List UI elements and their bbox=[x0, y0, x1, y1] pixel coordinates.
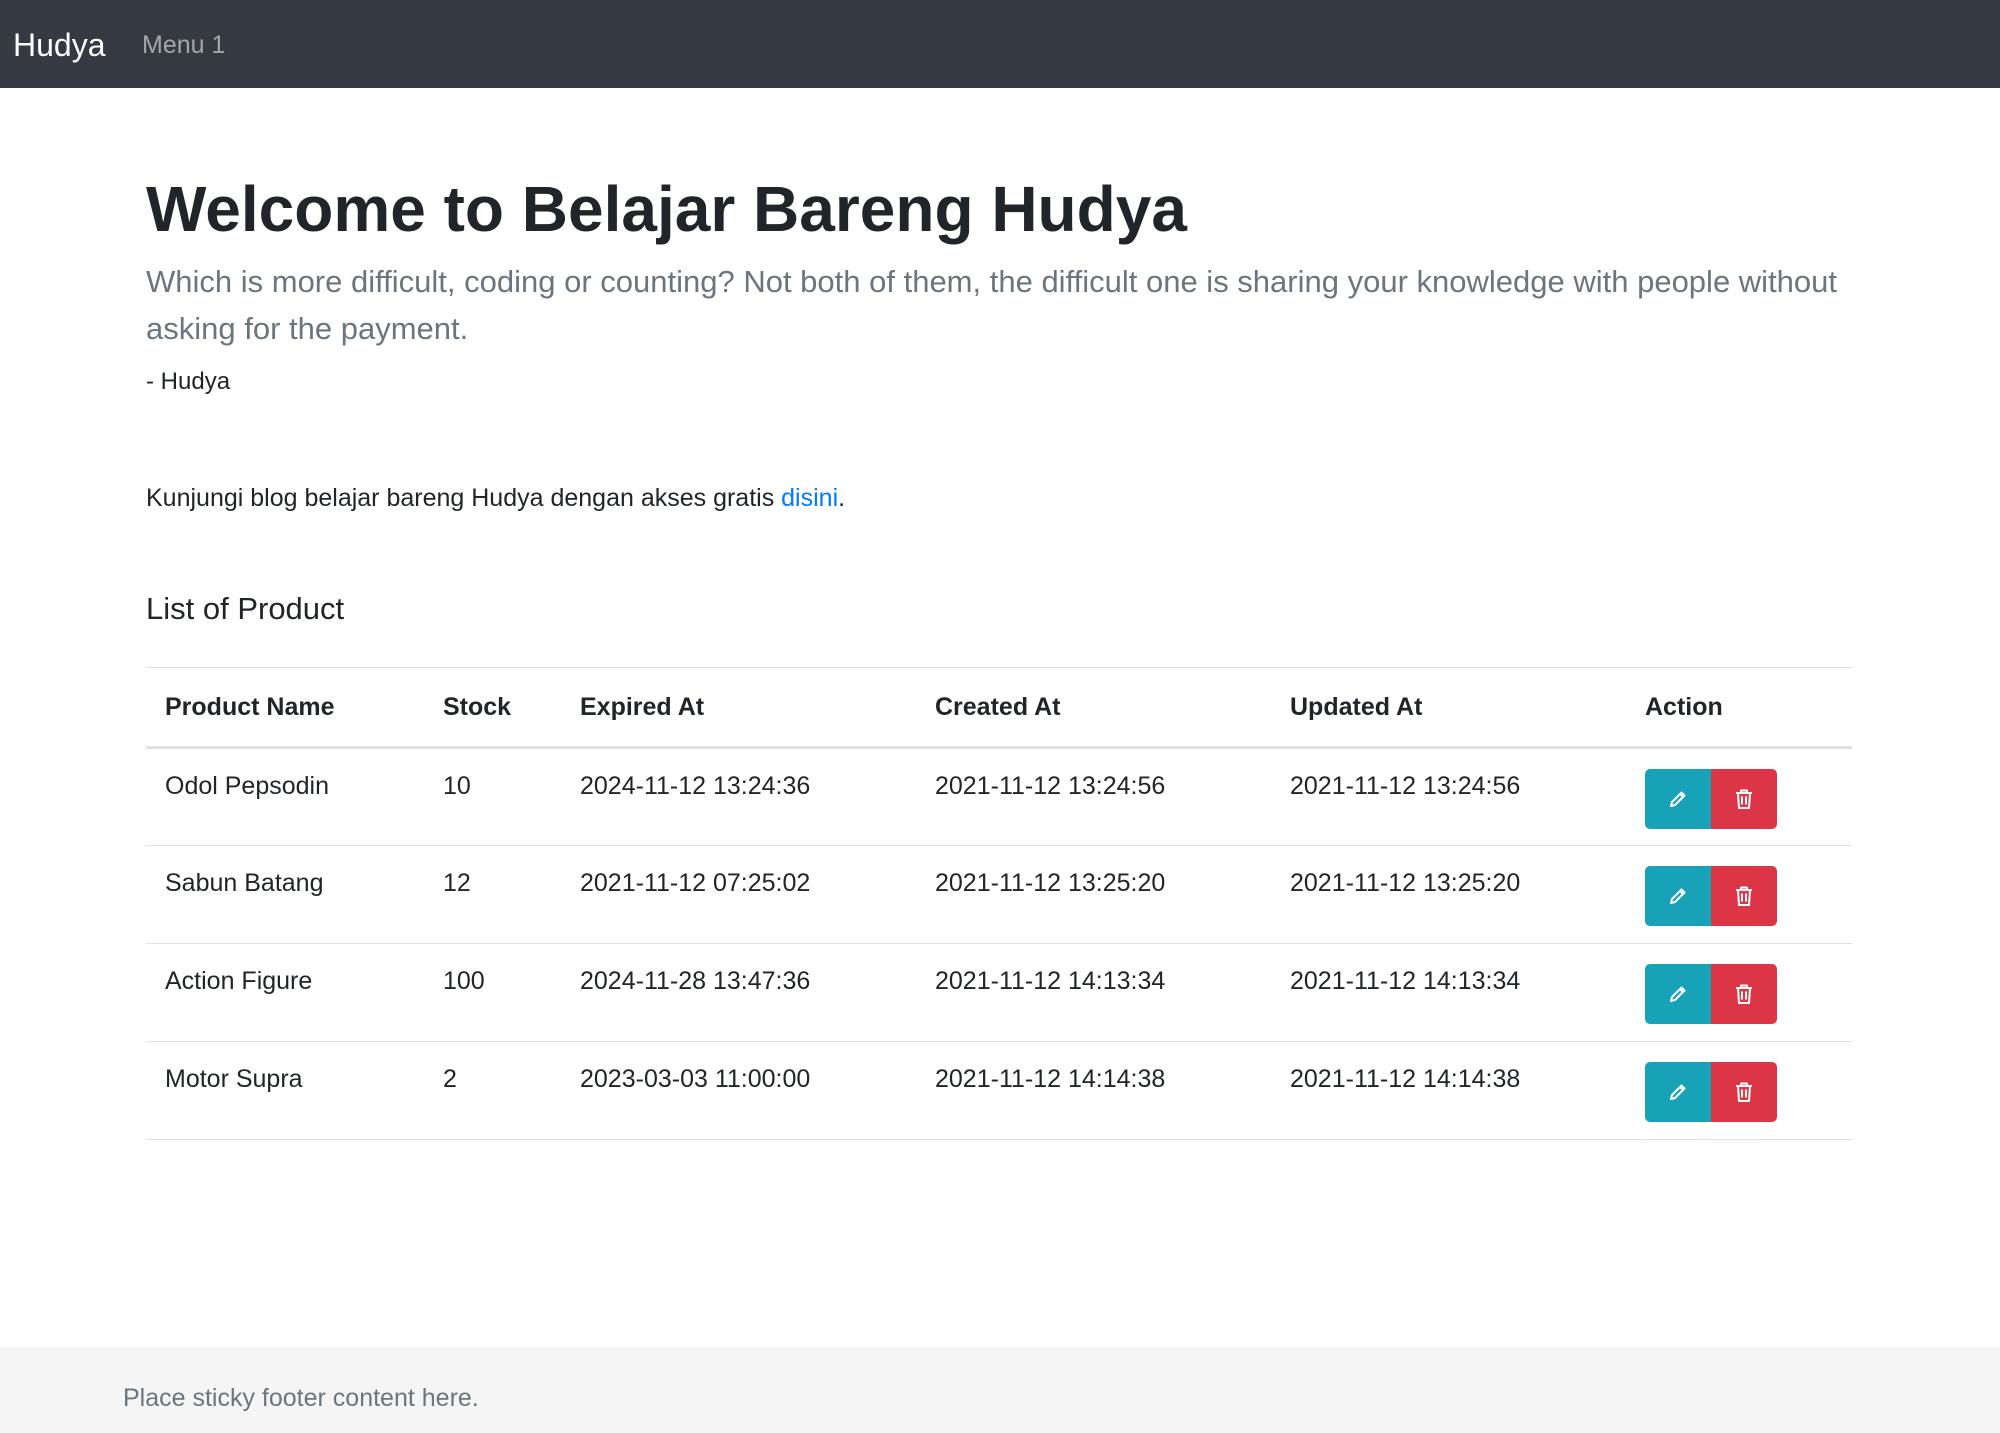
table-row: Sabun Batang 12 2021-11-12 07:25:02 2021… bbox=[146, 845, 1852, 944]
cell-stock: 10 bbox=[424, 747, 561, 846]
cell-product-name: Odol Pepsodin bbox=[146, 747, 424, 846]
page-title: Welcome to Belajar Bareng Hudya bbox=[146, 173, 1187, 245]
quote-author: - Hudya bbox=[146, 368, 231, 395]
pencil-icon bbox=[1668, 1082, 1688, 1102]
nav-item-menu-1[interactable]: Menu 1 bbox=[142, 0, 225, 88]
pencil-icon bbox=[1668, 886, 1688, 906]
sticky-footer: Place sticky footer content here. bbox=[0, 1347, 2000, 1433]
cell-created-at: 2021-11-12 14:14:38 bbox=[916, 1041, 1271, 1140]
blog-invitation-text: Kunjungi blog belajar bareng Hudya denga… bbox=[146, 484, 782, 512]
trash-icon bbox=[1734, 1081, 1754, 1103]
pencil-icon bbox=[1668, 789, 1688, 809]
cell-updated-at: 2021-11-12 13:25:20 bbox=[1271, 845, 1626, 944]
delete-button[interactable] bbox=[1711, 866, 1777, 926]
cell-stock: 12 bbox=[424, 845, 561, 944]
footer-text: Place sticky footer content here. bbox=[123, 1384, 479, 1412]
table-row: Odol Pepsodin 10 2024-11-12 13:24:36 202… bbox=[146, 747, 1852, 846]
cell-created-at: 2021-11-12 13:24:56 bbox=[916, 747, 1271, 846]
delete-button[interactable] bbox=[1711, 769, 1777, 829]
cell-product-name: Sabun Batang bbox=[146, 845, 424, 944]
column-header-expired-at: Expired At bbox=[561, 667, 916, 749]
cell-updated-at: 2021-11-12 14:14:38 bbox=[1271, 1041, 1626, 1140]
navbar: Hudya Menu 1 bbox=[0, 0, 2000, 88]
delete-button[interactable] bbox=[1711, 1062, 1777, 1122]
pencil-icon bbox=[1668, 984, 1688, 1004]
cell-stock: 2 bbox=[424, 1041, 561, 1140]
cell-product-name: Action Figure bbox=[146, 943, 424, 1042]
trash-icon bbox=[1734, 885, 1754, 907]
cell-stock: 100 bbox=[424, 943, 561, 1042]
blog-invitation: Kunjungi blog belajar bareng Hudya denga… bbox=[146, 481, 845, 515]
column-header-stock: Stock bbox=[424, 667, 561, 749]
edit-button[interactable] bbox=[1645, 866, 1711, 926]
product-list-title: List of Product bbox=[146, 591, 345, 626]
cell-expired-at: 2023-03-03 11:00:00 bbox=[561, 1041, 916, 1140]
cell-action bbox=[1626, 747, 1852, 846]
column-header-product-name: Product Name bbox=[146, 667, 424, 749]
navbar-brand[interactable]: Hudya bbox=[13, 0, 106, 88]
cell-created-at: 2021-11-12 14:13:34 bbox=[916, 943, 1271, 1042]
delete-button[interactable] bbox=[1711, 964, 1777, 1024]
cell-product-name: Motor Supra bbox=[146, 1041, 424, 1140]
cell-action bbox=[1626, 1041, 1852, 1140]
trash-icon bbox=[1734, 983, 1754, 1005]
blog-link[interactable]: disini bbox=[781, 484, 838, 512]
product-table-container: Product Name Stock Expired At Created At… bbox=[146, 667, 1852, 1140]
cell-updated-at: 2021-11-12 13:24:56 bbox=[1271, 747, 1626, 846]
edit-button[interactable] bbox=[1645, 1062, 1711, 1122]
edit-button[interactable] bbox=[1645, 964, 1711, 1024]
cell-action bbox=[1626, 845, 1852, 944]
trash-icon bbox=[1734, 788, 1754, 810]
column-header-created-at: Created At bbox=[916, 667, 1271, 749]
column-header-action: Action bbox=[1626, 667, 1852, 749]
table-row: Motor Supra 2 2023-03-03 11:00:00 2021-1… bbox=[146, 1041, 1852, 1140]
blog-invitation-suffix: . bbox=[838, 484, 846, 512]
cell-expired-at: 2024-11-12 13:24:36 bbox=[561, 747, 916, 846]
edit-button[interactable] bbox=[1645, 769, 1711, 829]
cell-action bbox=[1626, 943, 1852, 1042]
cell-updated-at: 2021-11-12 14:13:34 bbox=[1271, 943, 1626, 1042]
cell-expired-at: 2024-11-28 13:47:36 bbox=[561, 943, 916, 1042]
product-table: Product Name Stock Expired At Created At… bbox=[146, 667, 1852, 1140]
table-header-row: Product Name Stock Expired At Created At… bbox=[146, 667, 1852, 749]
lead-quote: Which is more difficult, coding or count… bbox=[146, 264, 1838, 346]
column-header-updated-at: Updated At bbox=[1271, 667, 1626, 749]
table-row: Action Figure 100 2024-11-28 13:47:36 20… bbox=[146, 943, 1852, 1042]
cell-created-at: 2021-11-12 13:25:20 bbox=[916, 845, 1271, 944]
cell-expired-at: 2021-11-12 07:25:02 bbox=[561, 845, 916, 944]
